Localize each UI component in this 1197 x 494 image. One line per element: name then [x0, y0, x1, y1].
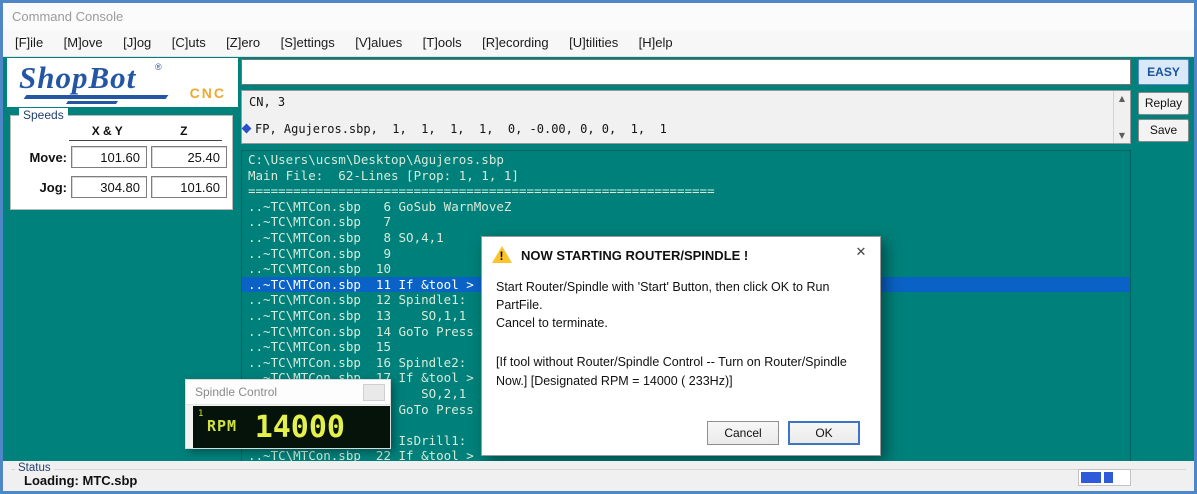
status-frame-line [11, 469, 1186, 470]
console-line: ..~TC\MTCon.sbp 7 [248, 214, 391, 230]
dialog-body: Start Router/Spindle with 'Start' Button… [482, 263, 880, 390]
spindle-window-button[interactable] [363, 384, 385, 401]
progress-segment [1104, 472, 1113, 483]
command-history[interactable]: CN, 3 FP, Agujeros.sbp, 1, 1, 1, 1, 0, -… [241, 90, 1131, 144]
rpm-display: 1 RPM 14000 [193, 406, 390, 448]
titlebar[interactable]: Command Console [3, 3, 1194, 30]
logo-underline [23, 95, 169, 99]
menu-item-recording[interactable]: [R]ecording [474, 30, 556, 55]
rpm-label: RPM [207, 417, 238, 435]
speeds-header-xy: X & Y [91, 124, 123, 138]
close-icon[interactable]: ✕ [852, 244, 870, 262]
speeds-caption: Speeds [19, 108, 68, 122]
replay-button[interactable]: Replay [1138, 92, 1189, 115]
scroll-down-icon[interactable]: ▼ [1114, 131, 1130, 140]
move-speed-xy-field[interactable]: 101.60 [71, 146, 147, 168]
progress-segment [1081, 472, 1101, 483]
dialog-text-line: Start Router/Spindle with 'Start' Button… [496, 280, 830, 313]
menu-item-help[interactable]: [H]elp [631, 30, 681, 55]
status-text: Loading: MTC.sbp [24, 473, 138, 488]
scroll-up-icon[interactable]: ▲ [1114, 94, 1130, 103]
menu-item-move[interactable]: [M]ove [56, 30, 111, 55]
progress-bar [1078, 469, 1131, 486]
menu-item-settings[interactable]: [S]ettings [273, 30, 343, 55]
menu-item-values[interactable]: [V]alues [347, 30, 410, 55]
speeds-headers: X & Y Z [69, 124, 222, 141]
window-title: Command Console [12, 9, 124, 24]
command-input[interactable] [241, 59, 1131, 85]
warning-icon [492, 246, 512, 263]
dialog-text-line: [If tool without Router/Spindle Control … [496, 355, 847, 370]
console-path-line: C:\Users\ucsm\Desktop\Agujeros.sbp [248, 152, 504, 167]
logo-cnc-label: CNC [189, 85, 226, 101]
logo-underline-2 [65, 101, 119, 104]
menu-item-cuts[interactable]: [C]uts [164, 30, 214, 55]
dialog-text-line: Now.] [Designated RPM = 14000 ( 233Hz)] [496, 373, 733, 388]
console-separator: ========================================… [248, 183, 715, 199]
history-scrollbar[interactable]: ▲ ▼ [1113, 91, 1130, 143]
move-speed-row: Move: 101.60 25.40 [15, 146, 231, 168]
cancel-button[interactable]: Cancel [707, 421, 779, 445]
dialog-text-line: Cancel to terminate. [496, 316, 608, 331]
console-line: ..~TC\MTCon.sbp 6 GoSub WarnMoveZ [248, 198, 512, 214]
command-console-window: Command Console [F]ile [M]ove [J]og [C]u… [0, 0, 1197, 494]
menu-item-file[interactable]: [F]ile [7, 30, 51, 55]
spindle-control-title: Spindle Control [195, 385, 278, 399]
menubar: [F]ile [M]ove [J]og [C]uts [Z]ero [S]ett… [3, 30, 1194, 57]
spindle-control-window: Spindle Control 1 RPM 14000 [185, 379, 391, 449]
ok-button[interactable]: OK [788, 421, 860, 445]
menu-item-jog[interactable]: [J]og [115, 30, 159, 55]
jog-speed-label: Jog: [39, 179, 67, 195]
dialog-title: NOW STARTING ROUTER/SPINDLE ! [521, 248, 749, 263]
status-bar: Status Loading: MTC.sbp [3, 461, 1194, 491]
current-command-marker-icon [241, 123, 252, 134]
menu-item-tools[interactable]: [T]ools [415, 30, 470, 55]
spindle-start-dialog: NOW STARTING ROUTER/SPINDLE ! ✕ Start Ro… [481, 236, 881, 456]
dialog-buttons: Cancel OK [707, 421, 860, 445]
menu-item-utilities[interactable]: [U]tilities [561, 30, 626, 55]
rpm-value: 14000 [254, 410, 345, 445]
command-history-entry[interactable]: FP, Agujeros.sbp, 1, 1, 1, 1, 0, -0.00, … [255, 122, 667, 136]
speeds-header-z: Z [180, 124, 188, 138]
spindle-control-titlebar[interactable]: Spindle Control [186, 380, 390, 405]
move-speed-label: Move: [29, 149, 67, 165]
command-history-entry[interactable]: CN, 3 [249, 95, 285, 109]
logo-brand-text: ShopBot [19, 60, 137, 95]
dialog-header: NOW STARTING ROUTER/SPINDLE ! ✕ [482, 237, 880, 263]
save-button[interactable]: Save [1138, 119, 1189, 142]
console-info-line: Main File: 62-Lines [Prop: 1, 1, 1] [248, 167, 519, 183]
jog-speed-xy-field[interactable]: 304.80 [71, 176, 147, 198]
spindle-channel-label: 1 [198, 409, 204, 419]
easy-mode-button[interactable]: EASY [1138, 59, 1189, 85]
registered-trademark-icon: ® [155, 62, 162, 72]
jog-speed-row: Jog: 304.80 101.60 [15, 176, 231, 198]
shopbot-logo: ShopBot ® CNC [7, 58, 238, 107]
menu-item-zero[interactable]: [Z]ero [218, 30, 268, 55]
speeds-panel: Speeds X & Y Z Move: 101.60 25.40 Jog: 304.… [10, 108, 233, 210]
jog-speed-z-field[interactable]: 101.60 [151, 176, 227, 198]
move-speed-z-field[interactable]: 25.40 [151, 146, 227, 168]
